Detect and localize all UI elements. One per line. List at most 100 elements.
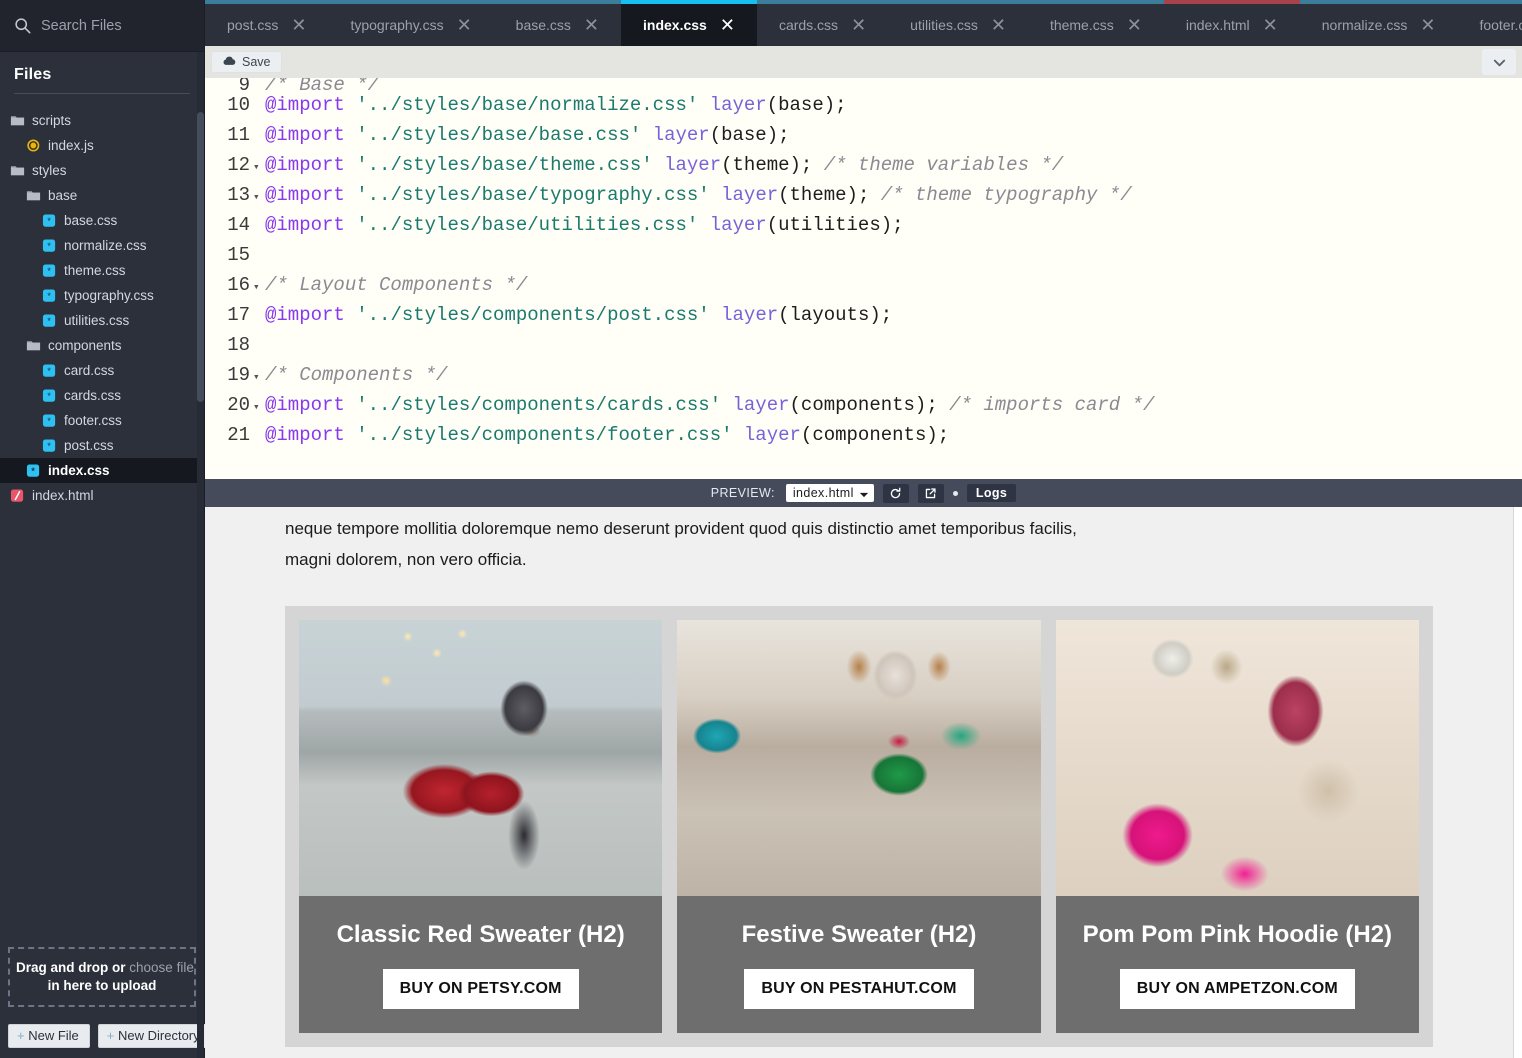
code-line[interactable]: 21@import '../styles/components/footer.c… — [205, 420, 1522, 450]
product-card: Festive Sweater (H2)BUY ON PESTAHUT.COM — [677, 620, 1040, 1033]
token-plain — [345, 304, 356, 326]
tab-label: typography.css — [350, 17, 443, 33]
close-icon[interactable]: ✕ — [1127, 16, 1142, 34]
tree-item-normalize-css[interactable]: *normalize.css — [0, 233, 204, 258]
upload-area[interactable]: Drag and drop or choose files in here to… — [0, 937, 204, 1015]
collapse-editor-button[interactable] — [1482, 49, 1516, 75]
fold-toggle-icon[interactable]: ▾ — [253, 183, 265, 213]
buy-button[interactable]: BUY ON PETSY.COM — [383, 969, 579, 1009]
product-card: Classic Red Sweater (H2)BUY ON PETSY.COM — [299, 620, 662, 1033]
preview-file-select[interactable]: index.html — [786, 484, 874, 502]
code-line[interactable]: 15 — [205, 240, 1522, 270]
tab-label: cards.css — [779, 17, 838, 33]
tab-footer-css[interactable]: footer.css✕ — [1457, 0, 1522, 46]
tree-item-typography-css[interactable]: *typography.css — [0, 283, 204, 308]
code-line[interactable]: 14@import '../styles/base/utilities.css'… — [205, 210, 1522, 240]
new-directory-button[interactable]: + New Directory — [98, 1024, 211, 1048]
fold-toggle-icon[interactable]: ▾ — [253, 273, 265, 303]
close-icon[interactable]: ✕ — [851, 16, 866, 34]
tree-item-styles[interactable]: styles — [0, 158, 204, 183]
tree-item-cards-css[interactable]: *cards.css — [0, 383, 204, 408]
tree-item-theme-css[interactable]: *theme.css — [0, 258, 204, 283]
search-files-row[interactable] — [0, 0, 204, 52]
token-at: @import — [265, 424, 345, 446]
dropzone[interactable]: Drag and drop or choose files in here to… — [8, 947, 196, 1007]
token-plain — [733, 424, 744, 446]
open-in-new-tab-button[interactable] — [918, 484, 944, 503]
tab-typography-css[interactable]: typography.css ✕ — [328, 0, 493, 46]
tree-item-base-css[interactable]: *base.css — [0, 208, 204, 233]
code-line[interactable]: 17@import '../styles/components/post.css… — [205, 300, 1522, 330]
close-icon[interactable]: ✕ — [291, 16, 306, 34]
code-content[interactable]: 9/* Base */10@import '../styles/base/nor… — [205, 78, 1522, 450]
tab-utilities-css[interactable]: utilities.css✕ — [888, 0, 1028, 46]
code-line[interactable]: 18 — [205, 330, 1522, 360]
code-line[interactable]: 13▾@import '../styles/base/typography.cs… — [205, 180, 1522, 210]
refresh-preview-button[interactable] — [883, 484, 909, 503]
fold-toggle-icon[interactable]: ▾ — [253, 153, 265, 183]
tab-post-css[interactable]: post.css✕ — [205, 0, 328, 46]
token-plain: (utilities); — [767, 214, 904, 236]
close-icon[interactable]: ✕ — [457, 16, 472, 34]
css-file-icon: * — [42, 438, 57, 453]
buy-button[interactable]: BUY ON AMPETZON.COM — [1120, 969, 1355, 1009]
tree-item-components[interactable]: components — [0, 333, 204, 358]
tree-item-card-css[interactable]: *card.css — [0, 358, 204, 383]
tree-item-scripts[interactable]: scripts — [0, 108, 204, 133]
tab-base-css[interactable]: base.css✕ — [494, 0, 621, 46]
tree-item-utilities-css[interactable]: *utilities.css — [0, 308, 204, 333]
code-line[interactable]: 12▾@import '../styles/base/theme.css' la… — [205, 150, 1522, 180]
new-file-button[interactable]: + New File — [8, 1024, 90, 1048]
css-file-icon: * — [42, 413, 57, 428]
folder-icon — [26, 338, 41, 353]
tree-item-index-html[interactable]: index.html — [0, 483, 204, 508]
tab-index-html[interactable]: index.html✕ — [1164, 0, 1300, 46]
tree-item-base[interactable]: base — [0, 183, 204, 208]
token-at: @import — [265, 394, 345, 416]
css-file-icon: * — [42, 363, 57, 378]
code-line[interactable]: 11@import '../styles/base/base.css' laye… — [205, 120, 1522, 150]
fold-toggle-icon[interactable]: ▾ — [253, 363, 265, 393]
code-line[interactable]: 19▾/* Components */ — [205, 360, 1522, 390]
tree-item-label: index.js — [48, 139, 94, 153]
tab-normalize-css[interactable]: normalize.css✕ — [1300, 0, 1458, 46]
token-plain: (layouts); — [778, 304, 892, 326]
choose-files-link[interactable]: choose files — [129, 960, 196, 975]
search-input[interactable] — [41, 18, 191, 34]
code-line[interactable]: 10@import '../styles/base/normalize.css'… — [205, 90, 1522, 120]
fold-toggle-icon[interactable]: ▾ — [253, 393, 265, 423]
preview-footer-paragraph: Lorem ipsum dolor sit amet consectetur a… — [285, 1047, 1433, 1058]
code-line[interactable]: 16▾/* Layout Components */ — [205, 270, 1522, 300]
code-line[interactable]: 20▾@import '../styles/components/cards.c… — [205, 390, 1522, 420]
tab-theme-css[interactable]: theme.css✕ — [1028, 0, 1164, 46]
tab-cards-css[interactable]: cards.css ✕ — [757, 0, 888, 46]
token-plain — [345, 424, 356, 446]
close-icon[interactable]: ✕ — [584, 16, 599, 34]
tab-index-css[interactable]: index.css✕ — [621, 0, 757, 46]
tree-item-post-css[interactable]: *post.css — [0, 433, 204, 458]
token-at: @import — [265, 154, 345, 176]
token-fn: layer — [721, 184, 778, 206]
sidebar-scrollbar-thumb[interactable] — [197, 112, 204, 402]
logs-button[interactable]: Logs — [967, 484, 1016, 502]
close-icon[interactable]: ✕ — [720, 16, 735, 34]
tree-item-footer-css[interactable]: *footer.css — [0, 408, 204, 433]
product-title: Pom Pom Pink Hoodie (H2) — [1056, 921, 1419, 949]
close-icon[interactable]: ✕ — [1263, 16, 1278, 34]
code-editor[interactable]: 9/* Base */10@import '../styles/base/nor… — [205, 78, 1522, 479]
close-icon[interactable]: ✕ — [1420, 16, 1435, 34]
code-line[interactable]: 9/* Base */ — [205, 78, 1522, 90]
line-number: 21 — [205, 420, 253, 450]
buy-button[interactable]: BUY ON PESTAHUT.COM — [744, 969, 973, 1009]
sidebar-scrollbar-track[interactable] — [197, 52, 204, 1058]
token-fn: layer — [710, 214, 767, 236]
tree-item-index-js[interactable]: index.js — [0, 133, 204, 158]
save-button[interactable]: Save — [211, 51, 282, 73]
svg-text:*: * — [47, 216, 51, 226]
preview-label: PREVIEW: — [711, 486, 775, 500]
close-icon[interactable]: ✕ — [991, 16, 1006, 34]
tree-item-label: index.css — [48, 464, 110, 478]
token-plain — [345, 394, 356, 416]
tree-item-index-css[interactable]: *index.css — [0, 458, 204, 483]
preview-file-value: index.html — [793, 486, 854, 500]
